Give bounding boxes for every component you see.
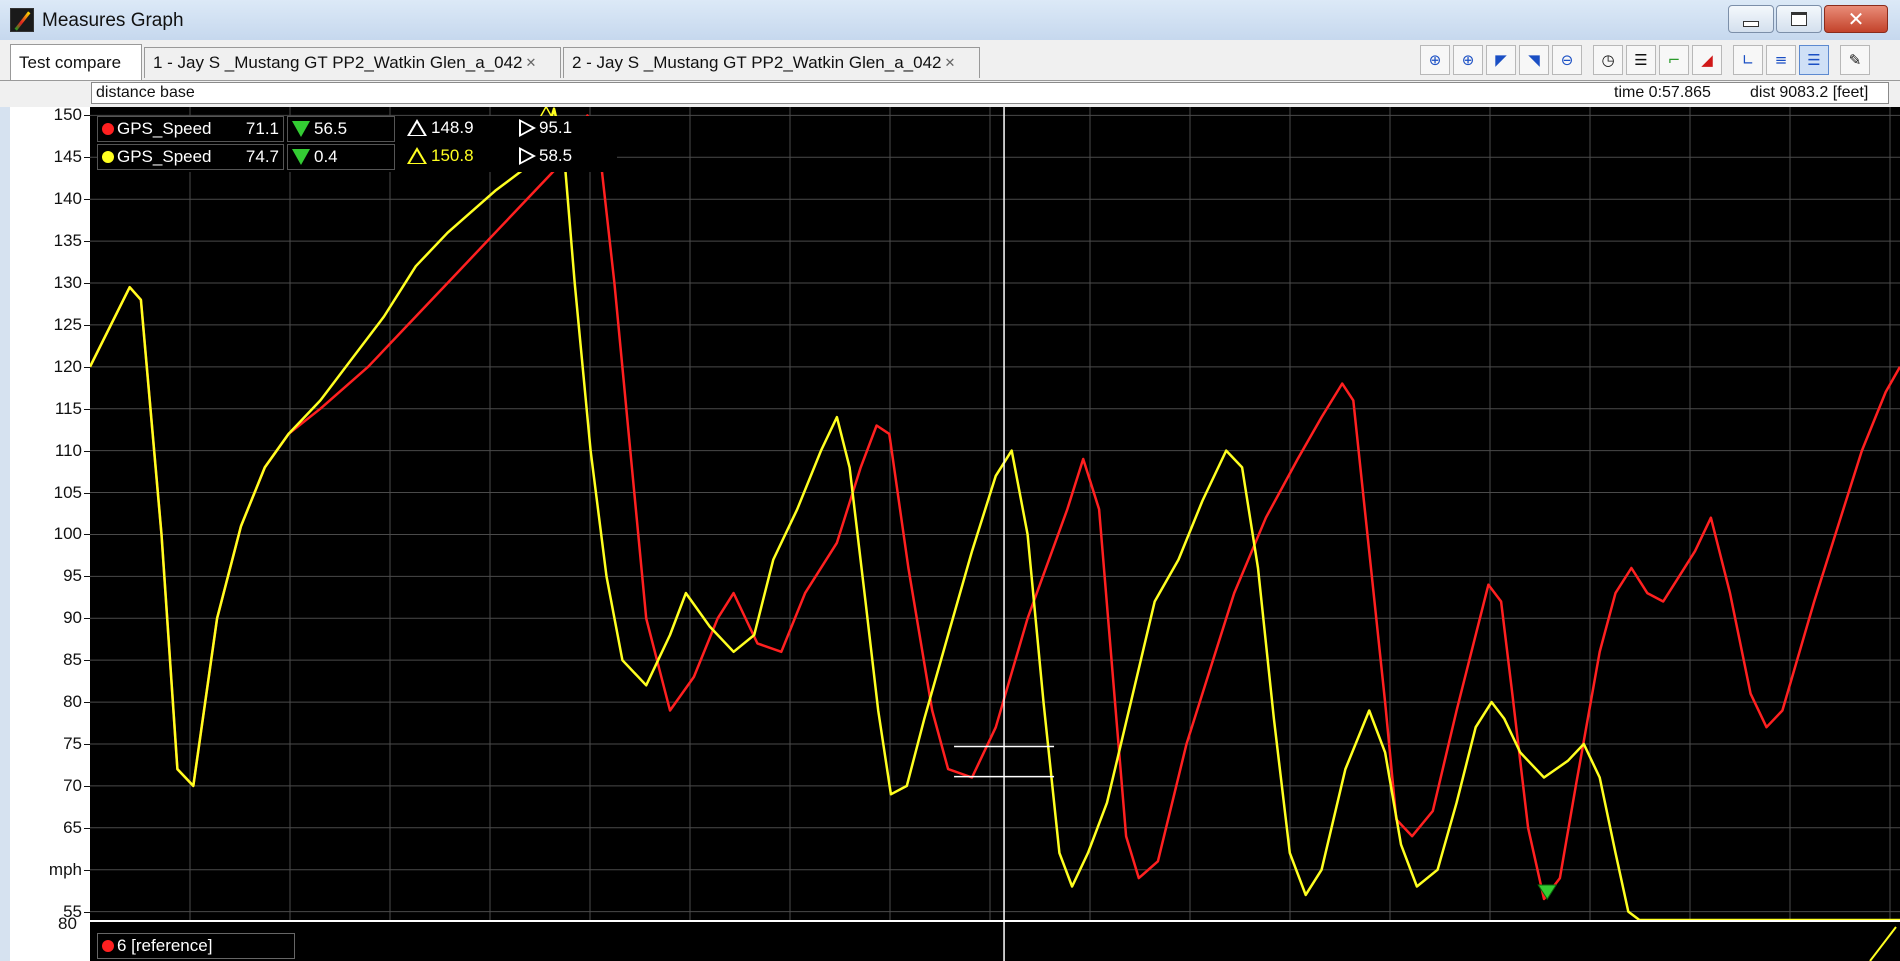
info-bar: distance base time 0:57.865 dist 9083.2 …	[0, 81, 1900, 107]
tab-bar: Test compare 1 - Jay S _Mustang GT PP2_W…	[0, 40, 1900, 81]
sub-graph-label: 6 [reference]	[117, 936, 213, 955]
y-tick-label: 100	[53, 524, 82, 544]
y-tick-label: 145	[53, 147, 82, 167]
app-icon	[10, 8, 34, 32]
window-titlebar: Measures Graph ✕	[0, 0, 1900, 41]
maximize-icon	[1791, 12, 1807, 26]
axis-l-icon[interactable]: ∟	[1733, 45, 1763, 75]
y-tick-label: 65	[63, 817, 82, 837]
y-tick-label: 105	[53, 482, 82, 502]
y-tick-label: 130	[53, 273, 82, 292]
legend-min: 56.5	[287, 116, 395, 142]
graph-toolbar: ⊕ ⊕ ◤ ◥ ⊖ ◷ ☰ ⌐ ◢ ∟ ≡ ☰ ✎	[1420, 45, 1870, 77]
legend-channel: GPS_Speed 74.7	[97, 144, 284, 170]
zoom-fit-icon[interactable]: ⊕	[1420, 45, 1450, 75]
avg-triangle-icon	[519, 118, 536, 137]
speed-graph[interactable]	[90, 107, 1900, 961]
y-tick-label: 115	[54, 398, 82, 418]
zoom-in-icon[interactable]: ⊕	[1453, 45, 1483, 75]
legend-value: 74.7	[245, 147, 279, 166]
y-tick-label: 85	[63, 650, 82, 670]
list-icon[interactable]: ☰	[1799, 45, 1829, 75]
clock-icon[interactable]: ◷	[1593, 45, 1623, 75]
legend-max: 150.8	[397, 144, 507, 170]
legend-value: 71.1	[245, 119, 279, 138]
y-tick-label: 70	[63, 775, 82, 795]
zoom-down-icon[interactable]: ◥	[1519, 45, 1549, 75]
zoom-up-icon[interactable]: ◤	[1486, 45, 1516, 75]
y-axis: 150 145 140 135 130 125 120 115 110 105 100 95 90 85 8…	[10, 105, 90, 961]
y-tick-label: 95	[63, 566, 82, 586]
channel-icon[interactable]: ⌐	[1659, 45, 1689, 75]
min-triangle-icon	[292, 120, 310, 137]
y-tick-label: 120	[53, 356, 82, 376]
ramp-icon[interactable]: ◢	[1692, 45, 1722, 75]
legend-channel: GPS_Speed 71.1	[97, 116, 284, 142]
sub-graph-legend[interactable]: 6 [reference]	[97, 933, 295, 959]
reference-dot-icon	[102, 939, 114, 952]
tab-lap-1[interactable]: 1 - Jay S _Mustang GT PP2_Watkin Glen_a_…	[144, 47, 561, 78]
tab-label: 2 - Jay S _Mustang GT PP2_Watkin Glen_a_…	[572, 53, 942, 72]
y-tick-label: mph	[48, 859, 82, 879]
graph-separator[interactable]	[90, 920, 1900, 922]
y-tick-label: 110	[54, 440, 82, 460]
y-tick-label: 90	[63, 608, 82, 628]
tab-close-icon[interactable]: ✕	[525, 55, 536, 71]
stack-icon[interactable]: ☰	[1626, 45, 1656, 75]
tab-lap-2[interactable]: 2 - Jay S _Mustang GT PP2_Watkin Glen_a_…	[563, 47, 980, 78]
legend-row-2[interactable]: GPS_Speed 74.7 0.4 150.8 58.5	[97, 144, 617, 172]
y-tick-label: 150	[53, 105, 82, 125]
tab-close-icon[interactable]: ✕	[944, 55, 955, 71]
tab-test-compare[interactable]: Test compare	[10, 44, 142, 80]
y-tick-label: 125	[53, 314, 82, 334]
legend-row-1[interactable]: GPS_Speed 71.1 56.5 148.9 95.1	[97, 116, 617, 144]
legend-avg: 58.5	[509, 144, 617, 170]
axis-split-icon[interactable]: ≡	[1766, 45, 1796, 75]
zoom-out-icon[interactable]: ⊖	[1552, 45, 1582, 75]
series-1-dot-icon	[102, 122, 114, 135]
legend-min: 0.4	[287, 144, 395, 170]
max-triangle-icon	[407, 146, 427, 164]
avg-triangle-icon	[519, 146, 536, 165]
tab-label: 1 - Jay S _Mustang GT PP2_Watkin Glen_a_…	[153, 53, 523, 72]
y-tick-label: 80	[63, 692, 82, 712]
maximize-button[interactable]	[1776, 5, 1822, 33]
max-triangle-icon	[407, 118, 427, 136]
legend-avg: 95.1	[509, 116, 617, 142]
time-readout: time 0:57.865	[1614, 84, 1711, 101]
sub-graph-top-tick: 80	[58, 914, 77, 933]
close-icon: ✕	[1847, 7, 1865, 31]
minimize-button[interactable]	[1728, 5, 1774, 33]
legend-max: 148.9	[397, 116, 507, 142]
window-title: Measures Graph	[42, 10, 184, 31]
distance-readout: dist 9083.2 [feet]	[1750, 84, 1869, 101]
minimize-icon	[1743, 21, 1759, 27]
legend: GPS_Speed 71.1 56.5 148.9 95.1 GPS_Speed 7…	[97, 116, 617, 172]
series-2-dot-icon	[102, 150, 114, 163]
left-strip	[0, 107, 10, 961]
y-tick-label: 75	[63, 733, 82, 753]
y-tick-label: 140	[53, 189, 82, 209]
y-tick-label: 135	[53, 231, 82, 251]
min-triangle-icon	[292, 148, 310, 165]
close-button[interactable]: ✕	[1824, 5, 1888, 33]
tab-label: Test compare	[19, 52, 122, 72]
wrench-icon[interactable]: ✎	[1840, 45, 1870, 75]
